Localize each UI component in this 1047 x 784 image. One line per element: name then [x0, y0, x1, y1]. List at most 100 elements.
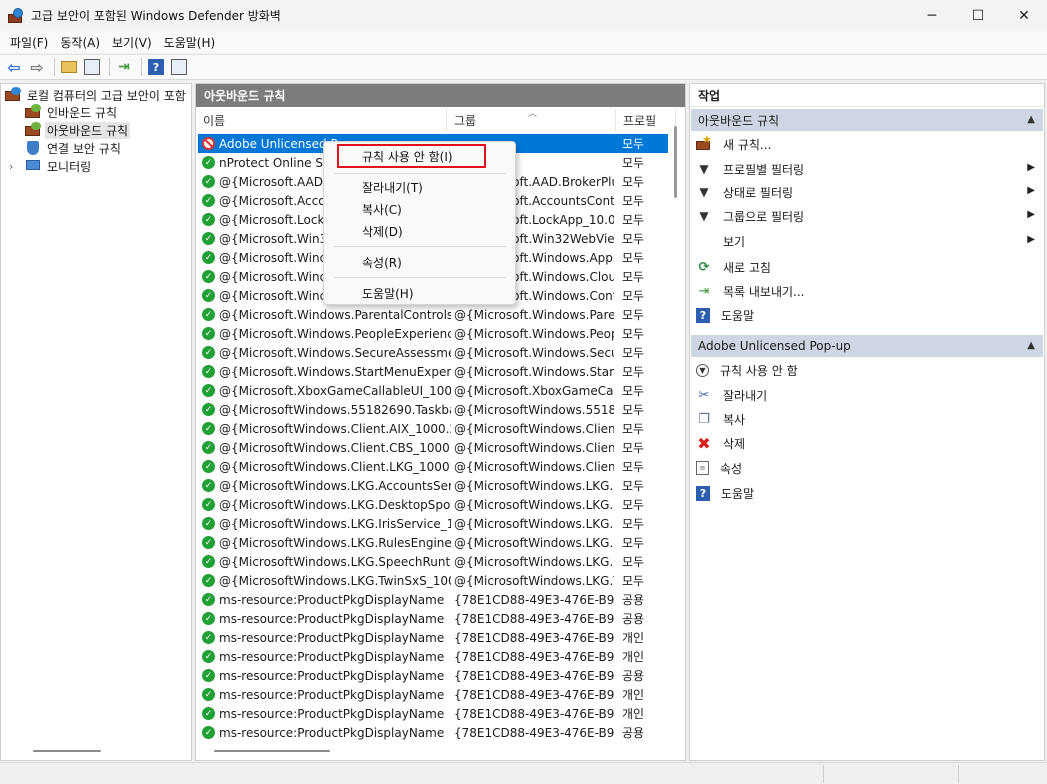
forward-arrow-icon[interactable]: ⇨ [27, 57, 47, 77]
title-bar: 고급 보안이 포함된 Windows Defender 방화벽 ─ ☐ ✕ [0, 0, 1047, 31]
table-row[interactable]: ✓ @{Microsoft.Windows.ParentalControls_..… [198, 305, 668, 324]
enabled-check-icon: ✓ [202, 289, 215, 302]
action-new-rule[interactable]: ★ 새 규칙... [696, 133, 1041, 155]
collapse-icon[interactable]: ▲ [1027, 114, 1035, 125]
show-action-pane-icon[interactable] [169, 57, 189, 77]
actions-section-outbound[interactable]: 아웃바운드 규칙 ▲ [691, 109, 1043, 131]
action-delete[interactable]: ✖ 삭제 [696, 432, 1041, 454]
cell-profile: 모두 [622, 441, 645, 455]
cell-profile: 모두 [622, 346, 645, 360]
cell-profile: 모두 [622, 289, 645, 303]
menu-item-delete[interactable]: 삭제(D) [362, 221, 403, 241]
maximize-button[interactable]: ☐ [955, 0, 1001, 31]
action-label: 도움말 [721, 308, 755, 323]
cell-name: ✓ ms-resource:ProductPkgDisplayName [202, 590, 451, 609]
column-header-profile[interactable]: 프로필 [616, 109, 676, 131]
cell-group: @{Microsoft.Windows.Start... [454, 364, 614, 379]
action-filter-by-state[interactable]: ▼ 상태로 필터링 ▶ [696, 181, 1041, 203]
enabled-check-icon: ✓ [202, 612, 215, 625]
action-view[interactable]: 보기 ▶ [696, 230, 1041, 252]
table-row[interactable]: ✓ @{MicrosoftWindows.Client.LKG_1000.2...… [198, 457, 668, 476]
enabled-check-icon: ✓ [202, 213, 215, 226]
cut-icon: ✂ [698, 387, 710, 403]
table-row[interactable]: ✓ @{MicrosoftWindows.LKG.TwinSxS_100... @{… [198, 571, 668, 590]
table-row[interactable]: ✓ @{MicrosoftWindows.LKG.RulesEngine_... @… [198, 533, 668, 552]
table-row[interactable]: ✓ ms-resource:ProductPkgDisplayName {78E1C… [198, 590, 668, 609]
tree-root[interactable]: 로컬 컴퓨터의 고급 보안이 포함 [5, 86, 188, 104]
table-row[interactable]: ✓ ms-resource:ProductPkgDisplayName {78E1C… [198, 685, 668, 704]
enabled-check-icon: ✓ [202, 574, 215, 587]
menu-item-help[interactable]: 도움말(H) [362, 283, 414, 303]
table-row[interactable]: ✓ @{MicrosoftWindows.LKG.AccountsServ... @… [198, 476, 668, 495]
cell-name: ✓ @{MicrosoftWindows.LKG.DesktopSpotl... [202, 495, 451, 514]
action-help-rule[interactable]: ? 도움말 [696, 482, 1041, 504]
menu-action[interactable]: 동작(A) [54, 34, 106, 51]
menu-item-copy[interactable]: 복사(C) [362, 199, 402, 219]
menu-view[interactable]: 보기(V) [106, 34, 158, 51]
table-row[interactable]: ✓ ms-resource:ProductPkgDisplayName {78E1C… [198, 647, 668, 666]
close-button[interactable]: ✕ [1001, 0, 1047, 31]
table-row[interactable]: ✓ @{Microsoft.Windows.PeopleExperience...… [198, 324, 668, 343]
action-filter-by-profile[interactable]: ▼ 프로필별 필터링 ▶ [696, 158, 1041, 180]
table-row[interactable]: ✓ ms-resource:ProductPkgDisplayName {78E1C… [198, 723, 668, 742]
help-icon[interactable]: ? [146, 57, 166, 77]
table-row[interactable]: ✓ @{Microsoft.XboxGameCallableUI_1000....… [198, 381, 668, 400]
table-row[interactable]: ✓ ms-resource:ProductPkgDisplayName {78E1C… [198, 628, 668, 647]
horizontal-scrollbar[interactable] [33, 750, 101, 752]
blank-icon [696, 233, 712, 249]
table-row[interactable]: ✓ ms-resource:ProductPkgDisplayName {78E1C… [198, 666, 668, 685]
action-export-list[interactable]: ⇥ 목록 내보내기... [696, 280, 1041, 302]
copy-icon: ❐ [698, 411, 710, 427]
cell-profile: 개인 [622, 688, 645, 702]
enabled-check-icon: ✓ [202, 460, 215, 473]
table-row[interactable]: ✓ @{Microsoft.Windows.StartMenuExperie...… [198, 362, 668, 381]
table-row[interactable]: ✓ @{MicrosoftWindows.LKG.DesktopSpotl... @… [198, 495, 668, 514]
vertical-scrollbar[interactable] [674, 126, 677, 198]
action-label: 그룹으로 필터링 [723, 209, 805, 224]
tree-item-connection-security[interactable]: 연결 보안 규칙 [25, 139, 123, 157]
horizontal-scrollbar[interactable] [214, 750, 330, 752]
chevron-right-icon[interactable]: › [9, 160, 13, 173]
table-row[interactable]: ✓ @{Microsoft.Windows.SecureAssessmen... @… [198, 343, 668, 362]
menu-item-cut[interactable]: 잘라내기(T) [362, 177, 423, 197]
action-cut[interactable]: ✂ 잘라내기 [696, 384, 1041, 406]
cell-group: {78E1CD88-49E3-476E-B9... [454, 725, 614, 740]
table-row[interactable]: ✓ ms-resource:ProductPkgDisplayName {78E1C… [198, 704, 668, 723]
table-row[interactable]: ✓ @{MicrosoftWindows.LKG.SpeechRunti... @{… [198, 552, 668, 571]
tree-item-inbound-rules[interactable]: 인바운드 규칙 [25, 103, 119, 121]
action-help[interactable]: ? 도움말 [696, 304, 1041, 326]
table-row[interactable]: ✓ @{MicrosoftWindows.Client.AIX_1000.2...… [198, 419, 668, 438]
window-controls: ─ ☐ ✕ [909, 0, 1047, 31]
menu-item-disable-rule[interactable]: 규칙 사용 안 함(I) [362, 146, 453, 166]
action-refresh[interactable]: ⟳ 새로 고침 [696, 256, 1041, 278]
menu-item-properties[interactable]: 속성(R) [362, 252, 402, 272]
show-hide-tree-icon[interactable] [82, 57, 102, 77]
action-label: 속성 [720, 461, 743, 476]
tree-item-monitoring[interactable]: 모니터링 [25, 157, 93, 175]
rule-name: ms-resource:ProductPkgDisplayName [219, 630, 445, 645]
column-header-name[interactable]: 이름 [196, 109, 447, 131]
action-filter-by-group[interactable]: ▼ 그룹으로 필터링 ▶ [696, 205, 1041, 227]
action-copy[interactable]: ❐ 복사 [696, 408, 1041, 430]
action-disable-rule[interactable]: ▼ 규칙 사용 안 함 [696, 359, 1041, 381]
enabled-check-icon: ✓ [202, 688, 215, 701]
table-row[interactable]: ✓ @{MicrosoftWindows.55182690.Taskba... @{… [198, 400, 668, 419]
cell-name: ✓ ms-resource:ProductPkgDisplayName [202, 723, 451, 742]
table-row[interactable]: ✓ @{MicrosoftWindows.Client.CBS_1000.... @… [198, 438, 668, 457]
actions-section-selected-rule[interactable]: Adobe Unlicensed Pop-up ▲ [691, 335, 1043, 357]
tree-item-outbound-rules[interactable]: 아웃바운드 규칙 [25, 121, 131, 139]
action-properties[interactable]: ≡ 속성 [696, 457, 1041, 479]
table-row[interactable]: ✓ ms-resource:ProductPkgDisplayName {78E1C… [198, 609, 668, 628]
collapse-icon[interactable]: ▲ [1027, 340, 1035, 351]
tree-root-label: 로컬 컴퓨터의 고급 보안이 포함 [27, 88, 186, 103]
export-icon[interactable]: ⇥ [114, 57, 134, 77]
cell-group: {78E1CD88-49E3-476E-B9... [454, 668, 614, 683]
menu-file[interactable]: 파일(F) [4, 34, 54, 51]
enabled-check-icon: ✓ [202, 403, 215, 416]
cell-profile: 모두 [622, 460, 645, 474]
minimize-button[interactable]: ─ [909, 0, 955, 31]
table-row[interactable]: ✓ @{MicrosoftWindows.LKG.IrisService_10..… [198, 514, 668, 533]
back-arrow-icon[interactable]: ⇦ [4, 57, 24, 77]
folder-up-icon[interactable] [59, 57, 79, 77]
menu-help[interactable]: 도움말(H) [158, 34, 222, 51]
